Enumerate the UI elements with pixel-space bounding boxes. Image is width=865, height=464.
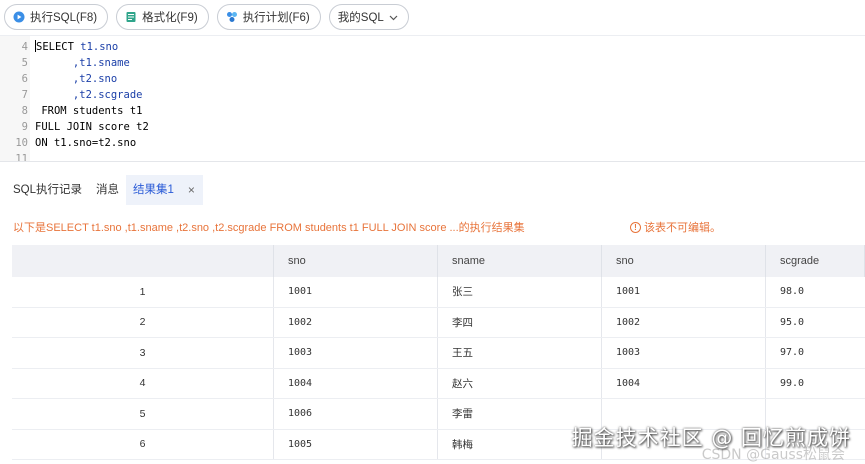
readonly-warning: ! 该表不可编辑。 — [630, 219, 721, 235]
row-index: 1 — [12, 277, 274, 307]
toolbar: 执行SQL(F8) 格式化(F9) 执行计划(F6) 我的SQL — [0, 0, 865, 34]
run-sql-button[interactable]: 执行SQL(F8) — [4, 4, 109, 30]
cell-sno-2[interactable]: 1004 — [602, 368, 766, 398]
juejin-watermark: 掘金技术社区 @ 回忆煎成饼 — [571, 426, 851, 450]
format-button[interactable]: 格式化(F9) — [116, 4, 209, 30]
cell-sno-2[interactable]: 1003 — [602, 338, 766, 368]
result-message: 以下是SELECT t1.sno ,t1.sname ,t2.sno ,t2.s… — [13, 222, 525, 234]
cell-sno[interactable]: 1004 — [274, 368, 438, 398]
sql-editor[interactable]: 4 SELECT t1.sno 5 ,t1.sname 6 ,t2.sno 7 … — [0, 35, 865, 162]
cell-sno[interactable]: 1003 — [274, 338, 438, 368]
cell-sname[interactable]: 王五 — [438, 338, 602, 368]
tab-result-set-1[interactable]: 结果集1 × — [126, 175, 203, 205]
tab-sql-history[interactable]: SQL执行记录 — [0, 175, 89, 205]
tab-messages-label: 消息 — [96, 184, 120, 196]
cell-sno-2[interactable]: 1002 — [602, 307, 766, 337]
table-row[interactable]: 2 1002 李四 1002 95.0 — [12, 307, 865, 338]
code-text: FULL JOIN score t2 — [35, 121, 149, 133]
code-line: 5 ,t1.sname — [0, 55, 865, 71]
cell-scgrade[interactable]: 98.0 — [766, 277, 865, 307]
line-number: 8 — [21, 105, 28, 117]
cell-sname[interactable]: 李四 — [438, 307, 602, 337]
line-number: 9 — [21, 121, 28, 133]
row-index: 5 — [12, 399, 274, 429]
my-sql-label: 我的SQL — [337, 12, 384, 24]
run-sql-label: 执行SQL(F8) — [30, 12, 98, 24]
code-line: 8 FROM students t1 — [0, 103, 865, 119]
line-number: 4 — [21, 41, 28, 53]
cell-sno[interactable]: 1005 — [274, 429, 438, 459]
code-line: 11 — [0, 151, 865, 162]
code-line: 6 ,t2.sno — [0, 71, 865, 87]
explain-button[interactable]: 执行计划(F6) — [216, 4, 321, 30]
column-header-scgrade[interactable]: scgrade — [766, 245, 865, 277]
column-header-sname[interactable]: sname — [438, 245, 602, 277]
table-row[interactable]: 4 1004 赵六 1004 99.0 — [12, 368, 865, 399]
line-number: 10 — [15, 137, 28, 149]
row-index: 2 — [12, 307, 274, 337]
format-label: 格式化(F9) — [142, 12, 198, 24]
execution-plan-icon — [226, 12, 237, 22]
line-number: 5 — [21, 57, 28, 69]
line-number: 6 — [21, 73, 28, 85]
tab-result-set-1-label: 结果集1 — [133, 184, 174, 196]
result-tabs: SQL执行记录 消息 结果集1 × — [0, 175, 865, 205]
row-index: 4 — [12, 368, 274, 398]
cell-scgrade[interactable]: 99.0 — [766, 369, 865, 399]
explain-label: 执行计划(F6) — [242, 12, 310, 24]
tab-sql-history-label: SQL执行记录 — [13, 184, 83, 196]
code-text: ON t1.sno=t2.sno — [35, 137, 137, 149]
column-header-sno[interactable]: sno — [274, 245, 438, 277]
code-line: 4 SELECT t1.sno — [0, 39, 865, 55]
my-sql-dropdown[interactable]: 我的SQL — [328, 4, 409, 30]
code-line: 9 FULL JOIN score t2 — [0, 119, 865, 135]
code-text: SELECT t1.sno — [35, 40, 119, 53]
code-text: ,t2.sno — [35, 73, 118, 85]
code-text: ,t1.sname — [35, 57, 130, 69]
cell-sname[interactable]: 赵六 — [438, 368, 602, 398]
info-icon: ! — [630, 221, 641, 233]
line-number: 7 — [21, 89, 28, 101]
code-line: 7 ,t2.scgrade — [0, 87, 865, 103]
line-number: 11 — [15, 153, 28, 162]
readonly-text: 该表不可编辑。 — [644, 222, 721, 234]
code-text: FROM students t1 — [35, 105, 143, 117]
play-icon — [13, 11, 25, 23]
cell-sno-2[interactable]: 1001 — [602, 277, 766, 307]
chevron-down-icon — [389, 15, 398, 20]
format-icon — [126, 12, 136, 22]
table-row[interactable]: 1 1001 张三 1001 98.0 — [12, 277, 865, 308]
code-text: ,t2.scgrade — [35, 89, 143, 101]
tab-messages[interactable]: 消息 — [89, 175, 126, 205]
cell-sno[interactable]: 1006 — [274, 399, 438, 429]
column-header-index[interactable] — [12, 245, 274, 277]
table-row[interactable]: 3 1003 王五 1003 97.0 — [12, 338, 865, 369]
close-icon[interactable]: × — [188, 175, 195, 205]
code-line: 10 ON t1.sno=t2.sno — [0, 135, 865, 151]
row-index: 6 — [12, 429, 274, 459]
column-header-sno-2[interactable]: sno — [602, 245, 766, 277]
result-notice: 以下是SELECT t1.sno ,t1.sname ,t2.sno ,t2.s… — [0, 213, 865, 241]
row-index: 3 — [12, 338, 274, 368]
cell-sno[interactable]: 1002 — [274, 307, 438, 337]
cell-sno[interactable]: 1001 — [274, 277, 438, 307]
grid-header: sno sname sno scgrade — [12, 245, 865, 277]
cell-scgrade[interactable]: 95.0 — [766, 308, 865, 338]
cell-sname[interactable]: 张三 — [438, 277, 602, 307]
cell-scgrade[interactable]: 97.0 — [766, 338, 865, 368]
